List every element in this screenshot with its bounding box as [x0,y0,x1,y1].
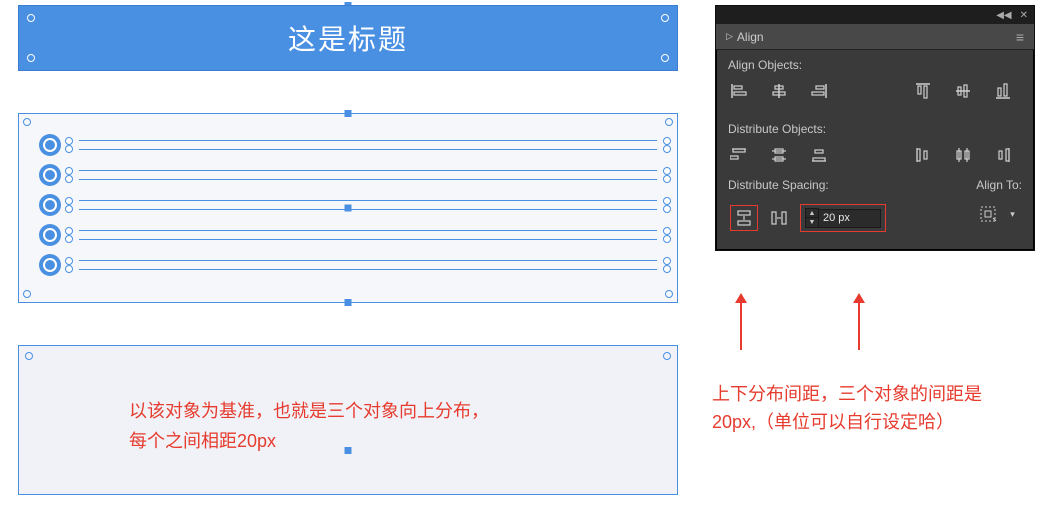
list-group-object[interactable] [18,113,678,303]
panel-titlebar[interactable]: ◀◀ ✕ [716,6,1034,24]
align-objects-section: Align Objects: [716,50,1034,114]
anchor-point[interactable] [663,205,671,213]
anchor-point[interactable] [65,137,73,145]
distribute-left-icon[interactable] [914,146,932,164]
close-icon[interactable]: ✕ [1020,10,1028,21]
anchor-point[interactable] [23,118,31,126]
bullet-icon [39,224,61,246]
list-item[interactable] [39,134,657,156]
anchor-point[interactable] [663,175,671,183]
align-bottom-icon[interactable] [994,82,1012,100]
anchor-point[interactable] [23,290,31,298]
distribute-spacing-section: Distribute Spacing: ▲ ▼ [728,178,888,244]
highlight-box [730,205,758,231]
title-bar-object[interactable]: 这是标题 [18,5,678,71]
title-text: 这是标题 [288,18,408,58]
list-line [79,140,657,150]
spacing-stepper[interactable]: ▲ ▼ [805,208,881,228]
selection-handle[interactable] [345,299,352,306]
distribute-objects-section: Distribute Objects: [716,114,1034,178]
selection-handle[interactable] [345,447,352,454]
annotation-text: 上下分布间距，三个对象的间距是 20px,（单位可以自行设定哈） [712,380,1042,436]
anchor-point[interactable] [663,352,671,360]
anchor-point[interactable] [665,118,673,126]
align-top-icon[interactable] [914,82,932,100]
anchor-point[interactable] [661,14,669,22]
note-line2: 每个之间相距20px [129,431,276,451]
annotation-arrow [740,295,742,350]
section-label: Distribute Objects: [728,122,1022,136]
panel-tab[interactable]: ▷ Align ≡ [716,24,1034,50]
anchor-point[interactable] [25,352,33,360]
bullet-icon [39,254,61,276]
dropdown-icon[interactable]: ▾ [1010,209,1015,220]
distribute-bottom-icon[interactable] [810,146,828,164]
section-label: Align To: [976,178,1022,192]
section-label: Align Objects: [728,58,1022,72]
disclosure-icon[interactable]: ▷ [726,31,733,42]
align-right-icon[interactable] [810,82,828,100]
annotation-arrow [858,295,860,350]
horizontal-distribute-space-icon[interactable] [770,209,788,227]
anchor-point[interactable] [65,205,73,213]
section-label: Distribute Spacing: [728,178,888,192]
bullet-icon [39,194,61,216]
distribute-right-icon[interactable] [994,146,1012,164]
vertical-distribute-space-icon[interactable] [735,209,753,227]
align-to-selection-icon[interactable] [978,204,998,224]
anchor-point[interactable] [663,235,671,243]
list-line [79,170,657,180]
step-up-icon[interactable]: ▲ [806,209,818,218]
note-box-object[interactable]: 以该对象为基准，也就是三个对象向上分布， 每个之间相距20px [18,345,678,495]
anchor-point[interactable] [663,257,671,265]
collapse-icon[interactable]: ◀◀ [996,10,1011,21]
align-to-section: Align To: ▾ [976,178,1022,244]
anchor-point[interactable] [663,227,671,235]
anchor-point[interactable] [27,54,35,62]
anchor-point[interactable] [65,167,73,175]
align-left-icon[interactable] [730,82,748,100]
anchor-point[interactable] [65,197,73,205]
list-line [79,230,657,240]
anchor-point[interactable] [27,14,35,22]
align-vcenter-icon[interactable] [954,82,972,100]
anchor-point[interactable] [665,290,673,298]
annotation-line1: 上下分布间距，三个对象的间距是 [712,384,982,404]
note-line1: 以该对象为基准，也就是三个对象向上分布， [129,401,489,421]
anchor-point[interactable] [663,265,671,273]
anchor-point[interactable] [65,265,73,273]
anchor-point[interactable] [65,227,73,235]
panel-tab-label: Align [737,30,764,44]
align-hcenter-icon[interactable] [770,82,788,100]
list-line [79,200,657,210]
anchor-point[interactable] [663,197,671,205]
list-item[interactable] [39,254,657,276]
note-text: 以该对象为基准，也就是三个对象向上分布， 每个之间相距20px [129,396,637,456]
list-line [79,260,657,270]
anchor-point[interactable] [65,257,73,265]
distribute-hcenter-icon[interactable] [954,146,972,164]
align-panel: ◀◀ ✕ ▷ Align ≡ Align Objects: Distribute… [715,5,1035,251]
step-down-icon[interactable]: ▼ [806,218,818,227]
selection-handle[interactable] [345,110,352,117]
bullet-icon [39,134,61,156]
list-item[interactable] [39,224,657,246]
anchor-point[interactable] [65,235,73,243]
anchor-point[interactable] [65,145,73,153]
anchor-point[interactable] [663,145,671,153]
anchor-point[interactable] [65,175,73,183]
anchor-point[interactable] [663,137,671,145]
anchor-point[interactable] [661,54,669,62]
artboard: 这是标题 [18,5,678,495]
list-item[interactable] [39,164,657,186]
annotation-line2: 20px,（单位可以自行设定哈） [712,412,954,432]
distribute-vcenter-icon[interactable] [770,146,788,164]
panel-menu-icon[interactable]: ≡ [1016,29,1024,45]
anchor-point[interactable] [663,167,671,175]
highlight-box: ▲ ▼ [800,204,886,232]
bullet-icon [39,164,61,186]
list-item[interactable] [39,194,657,216]
distribute-top-icon[interactable] [730,146,748,164]
spacing-input[interactable] [819,209,881,228]
